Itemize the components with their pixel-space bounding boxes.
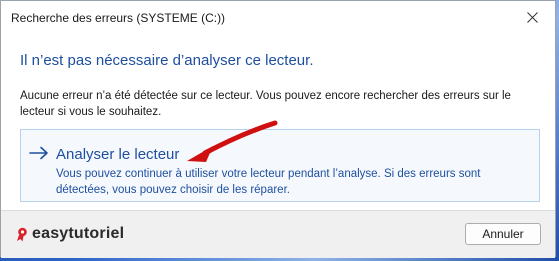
cancel-button[interactable]: Annuler xyxy=(465,223,541,245)
annotation-arrow-icon xyxy=(187,120,278,162)
window-title: Recherche des erreurs (SYSTEME (C:)) xyxy=(11,11,226,25)
content-text: Aucune erreur n’a été détectée sur ce le… xyxy=(20,90,511,118)
command-link-title: Analyser le lecteur xyxy=(56,146,180,163)
close-icon xyxy=(526,11,538,23)
title-bar: Recherche des erreurs (SYSTEME (C:)) xyxy=(1,1,555,35)
logo-mark-icon xyxy=(17,227,27,241)
dialog-footer: easytutoriel Annuler xyxy=(1,210,555,258)
arrow-right-icon xyxy=(29,146,48,160)
watermark-text: easytutoriel xyxy=(32,225,125,242)
close-button[interactable] xyxy=(509,1,555,33)
main-instruction: Il n’est pas nécessaire d’analyser ce le… xyxy=(20,52,314,69)
command-link-description: Vous pouvez continuer à utiliser votre l… xyxy=(56,168,481,196)
watermark-logo: easytutoriel xyxy=(16,225,124,243)
